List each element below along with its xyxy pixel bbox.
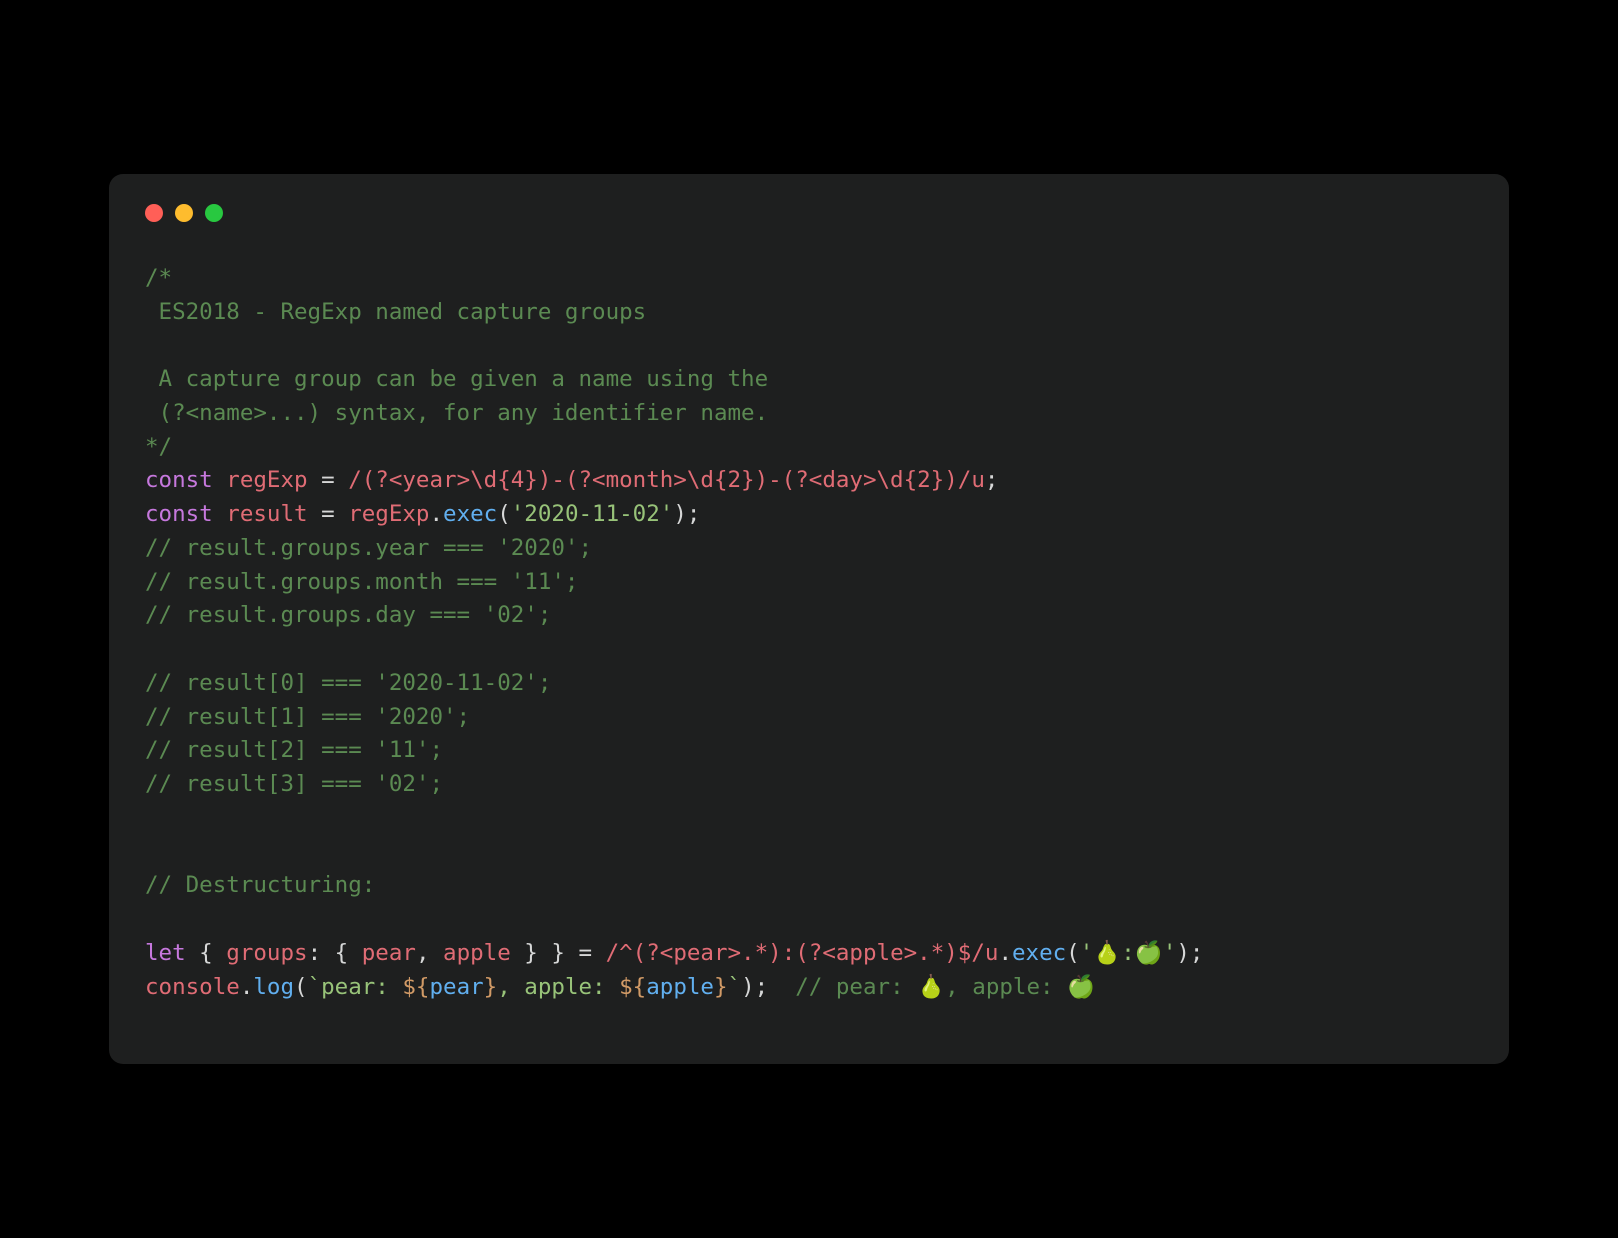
comment-destructuring: // Destructuring: [145,872,375,898]
exec-call: exec [443,501,497,527]
log-call: log [253,974,294,1000]
comment-idx0: // result[0] === '2020-11-02'; [145,670,551,696]
close-icon[interactable] [145,204,163,222]
date-string: '2020-11-02' [511,501,674,527]
exec-call-2: exec [1012,940,1066,966]
comment-output: // pear: 🍐, apple: 🍏 [795,974,1095,1000]
comment-line-2: A capture group can be given a name usin… [145,366,768,392]
comment-line-3: (?<name>...) syntax, for any identifier … [145,400,768,426]
console-ident: console [145,974,240,1000]
comment-groups-month: // result.groups.month === '11'; [145,569,578,595]
maximize-icon[interactable] [205,204,223,222]
let-keyword: let [145,940,186,966]
comment-close: */ [145,434,172,460]
comment-idx1: // result[1] === '2020'; [145,704,470,730]
emoji-string: '🍐:🍏' [1080,940,1177,966]
comment-line-1: ES2018 - RegExp named capture groups [145,299,646,325]
result-ident: result [226,501,307,527]
const-keyword: const [145,501,213,527]
regexp-ident: regExp [226,467,307,493]
code-block: /* ES2018 - RegExp named capture groups … [145,262,1473,1005]
comment-groups-year: // result.groups.year === '2020'; [145,535,592,561]
comment-idx3: // result[3] === '02'; [145,771,443,797]
regex-literal: /(?<year>\d{4})-(?<month>\d{2})-(?<day>\… [348,467,985,493]
comment-groups-day: // result.groups.day === '02'; [145,602,551,628]
minimize-icon[interactable] [175,204,193,222]
window-titlebar [145,204,1473,222]
regex-literal-2: /^(?<pear>.*):(?<apple>.*)$/u [606,940,999,966]
comment-idx2: // result[2] === '11'; [145,737,443,763]
code-window: /* ES2018 - RegExp named capture groups … [109,174,1509,1065]
const-keyword: const [145,467,213,493]
comment-open: /* [145,265,172,291]
